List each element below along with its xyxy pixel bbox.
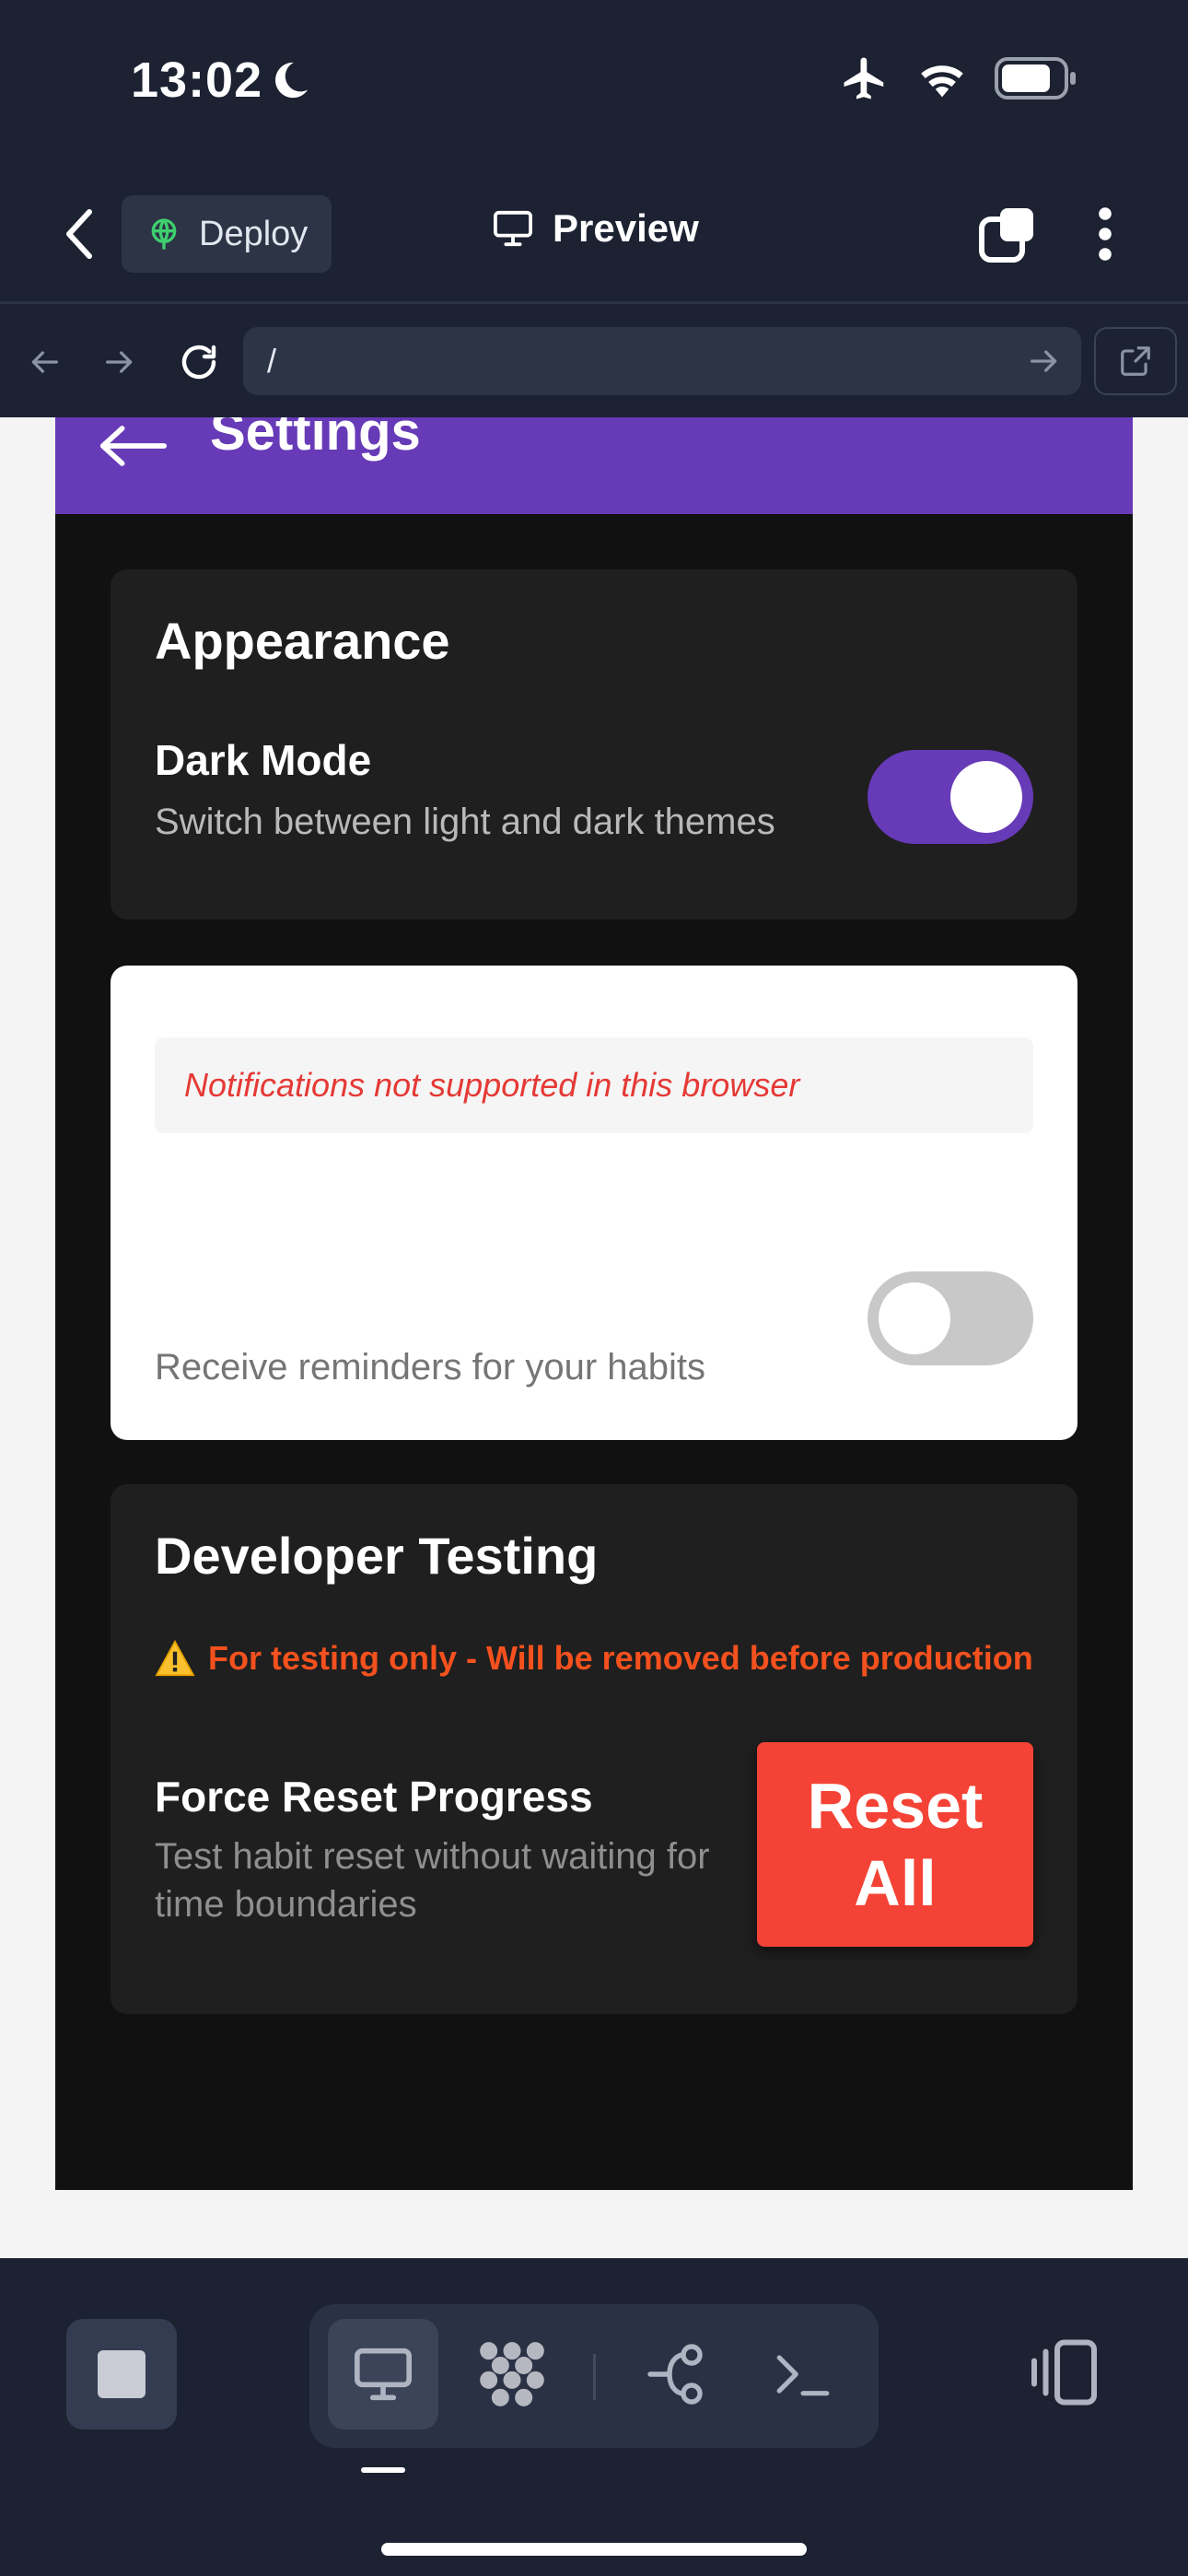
warning-icon [155, 1640, 195, 1677]
dark-mode-description: Switch between light and dark themes [155, 802, 775, 842]
notice-text: Notifications not supported in this brow… [184, 1066, 800, 1104]
git-tool-button[interactable] [623, 2319, 733, 2430]
notifications-description: Receive reminders for your habits [155, 1347, 706, 1388]
tabs-icon[interactable] [978, 205, 1037, 263]
bottom-toolbar [0, 2258, 1188, 2576]
dark-mode-title: Dark Mode [155, 736, 372, 784]
preview-label: Preview [553, 206, 699, 250]
battery-icon [995, 57, 1076, 100]
toggle-knob [879, 1282, 950, 1354]
nav-forward-icon[interactable] [90, 333, 149, 392]
appearance-heading: Appearance [155, 612, 450, 670]
reset-title: Force Reset Progress [155, 1773, 593, 1821]
developer-heading: Developer Testing [155, 1527, 599, 1585]
back-icon[interactable] [57, 205, 103, 263]
appearance-card: Appearance Dark Mode Switch between ligh… [111, 569, 1077, 919]
developer-card: Developer Testing For testing only - Wil… [111, 1484, 1077, 2014]
panel-toggle-icon[interactable] [1030, 2336, 1103, 2409]
wifi-icon [921, 65, 963, 98]
reset-description: Test habit reset without waiting for tim… [155, 1836, 710, 1925]
url-field[interactable]: / [243, 327, 1081, 395]
external-link-icon [1121, 346, 1150, 376]
page-title: Settings [210, 417, 421, 462]
status-icons [840, 53, 1079, 103]
app-frame: Settings Appearance Dark Mode Switch bet… [55, 417, 1133, 2190]
deploy-button[interactable]: Deploy [122, 195, 332, 273]
notifications-toggle[interactable] [868, 1271, 1033, 1365]
notifications-notice: Notifications not supported in this brow… [155, 1037, 1033, 1133]
nav-back-icon[interactable] [15, 333, 74, 392]
app-topbar: Settings [55, 417, 1133, 514]
open-external-button[interactable] [1094, 327, 1177, 395]
browser-bar: / [0, 307, 1188, 417]
preview-title: Preview [492, 206, 699, 251]
url-text: / [267, 342, 277, 380]
terminal-tool-button[interactable] [748, 2319, 858, 2430]
active-tab-indicator [361, 2467, 405, 2473]
reset-all-button[interactable]: Reset All [757, 1742, 1033, 1947]
branch-icon [647, 2344, 703, 2405]
stop-icon [98, 2350, 146, 2398]
status-time: 13:02 [131, 53, 263, 108]
terminal-icon [776, 2355, 830, 2396]
developer-warning: For testing only - Will be removed befor… [155, 1639, 1033, 1678]
globe-icon [151, 218, 177, 250]
tool-group [309, 2304, 879, 2448]
home-indicator [381, 2543, 807, 2556]
stop-button[interactable] [66, 2319, 177, 2430]
deploy-label: Deploy [199, 214, 309, 253]
airplane-icon [844, 57, 884, 100]
toggle-knob [950, 761, 1022, 833]
more-options-icon[interactable] [1087, 205, 1124, 263]
app-header: Deploy Preview [0, 166, 1188, 304]
dots-grid-icon [480, 2342, 544, 2406]
moon-icon [275, 62, 309, 99]
reload-icon[interactable] [169, 333, 228, 392]
reset-all-label: Reset All [807, 1770, 984, 1919]
warning-text: For testing only - Will be removed befor… [208, 1639, 1033, 1677]
components-tool-button[interactable] [457, 2319, 567, 2430]
tool-divider [593, 2354, 596, 2400]
arrow-left-icon[interactable] [98, 423, 168, 469]
monitor-icon [355, 2348, 412, 2401]
go-arrow-icon[interactable] [1026, 343, 1063, 380]
notifications-card: Notifications not supported in this brow… [111, 966, 1077, 1440]
status-bar: 13:02 [0, 0, 1188, 166]
preview-tool-button[interactable] [328, 2319, 438, 2430]
dark-mode-toggle[interactable] [868, 750, 1033, 844]
monitor-icon [494, 210, 532, 247]
preview-area: Settings Appearance Dark Mode Switch bet… [0, 417, 1188, 2258]
